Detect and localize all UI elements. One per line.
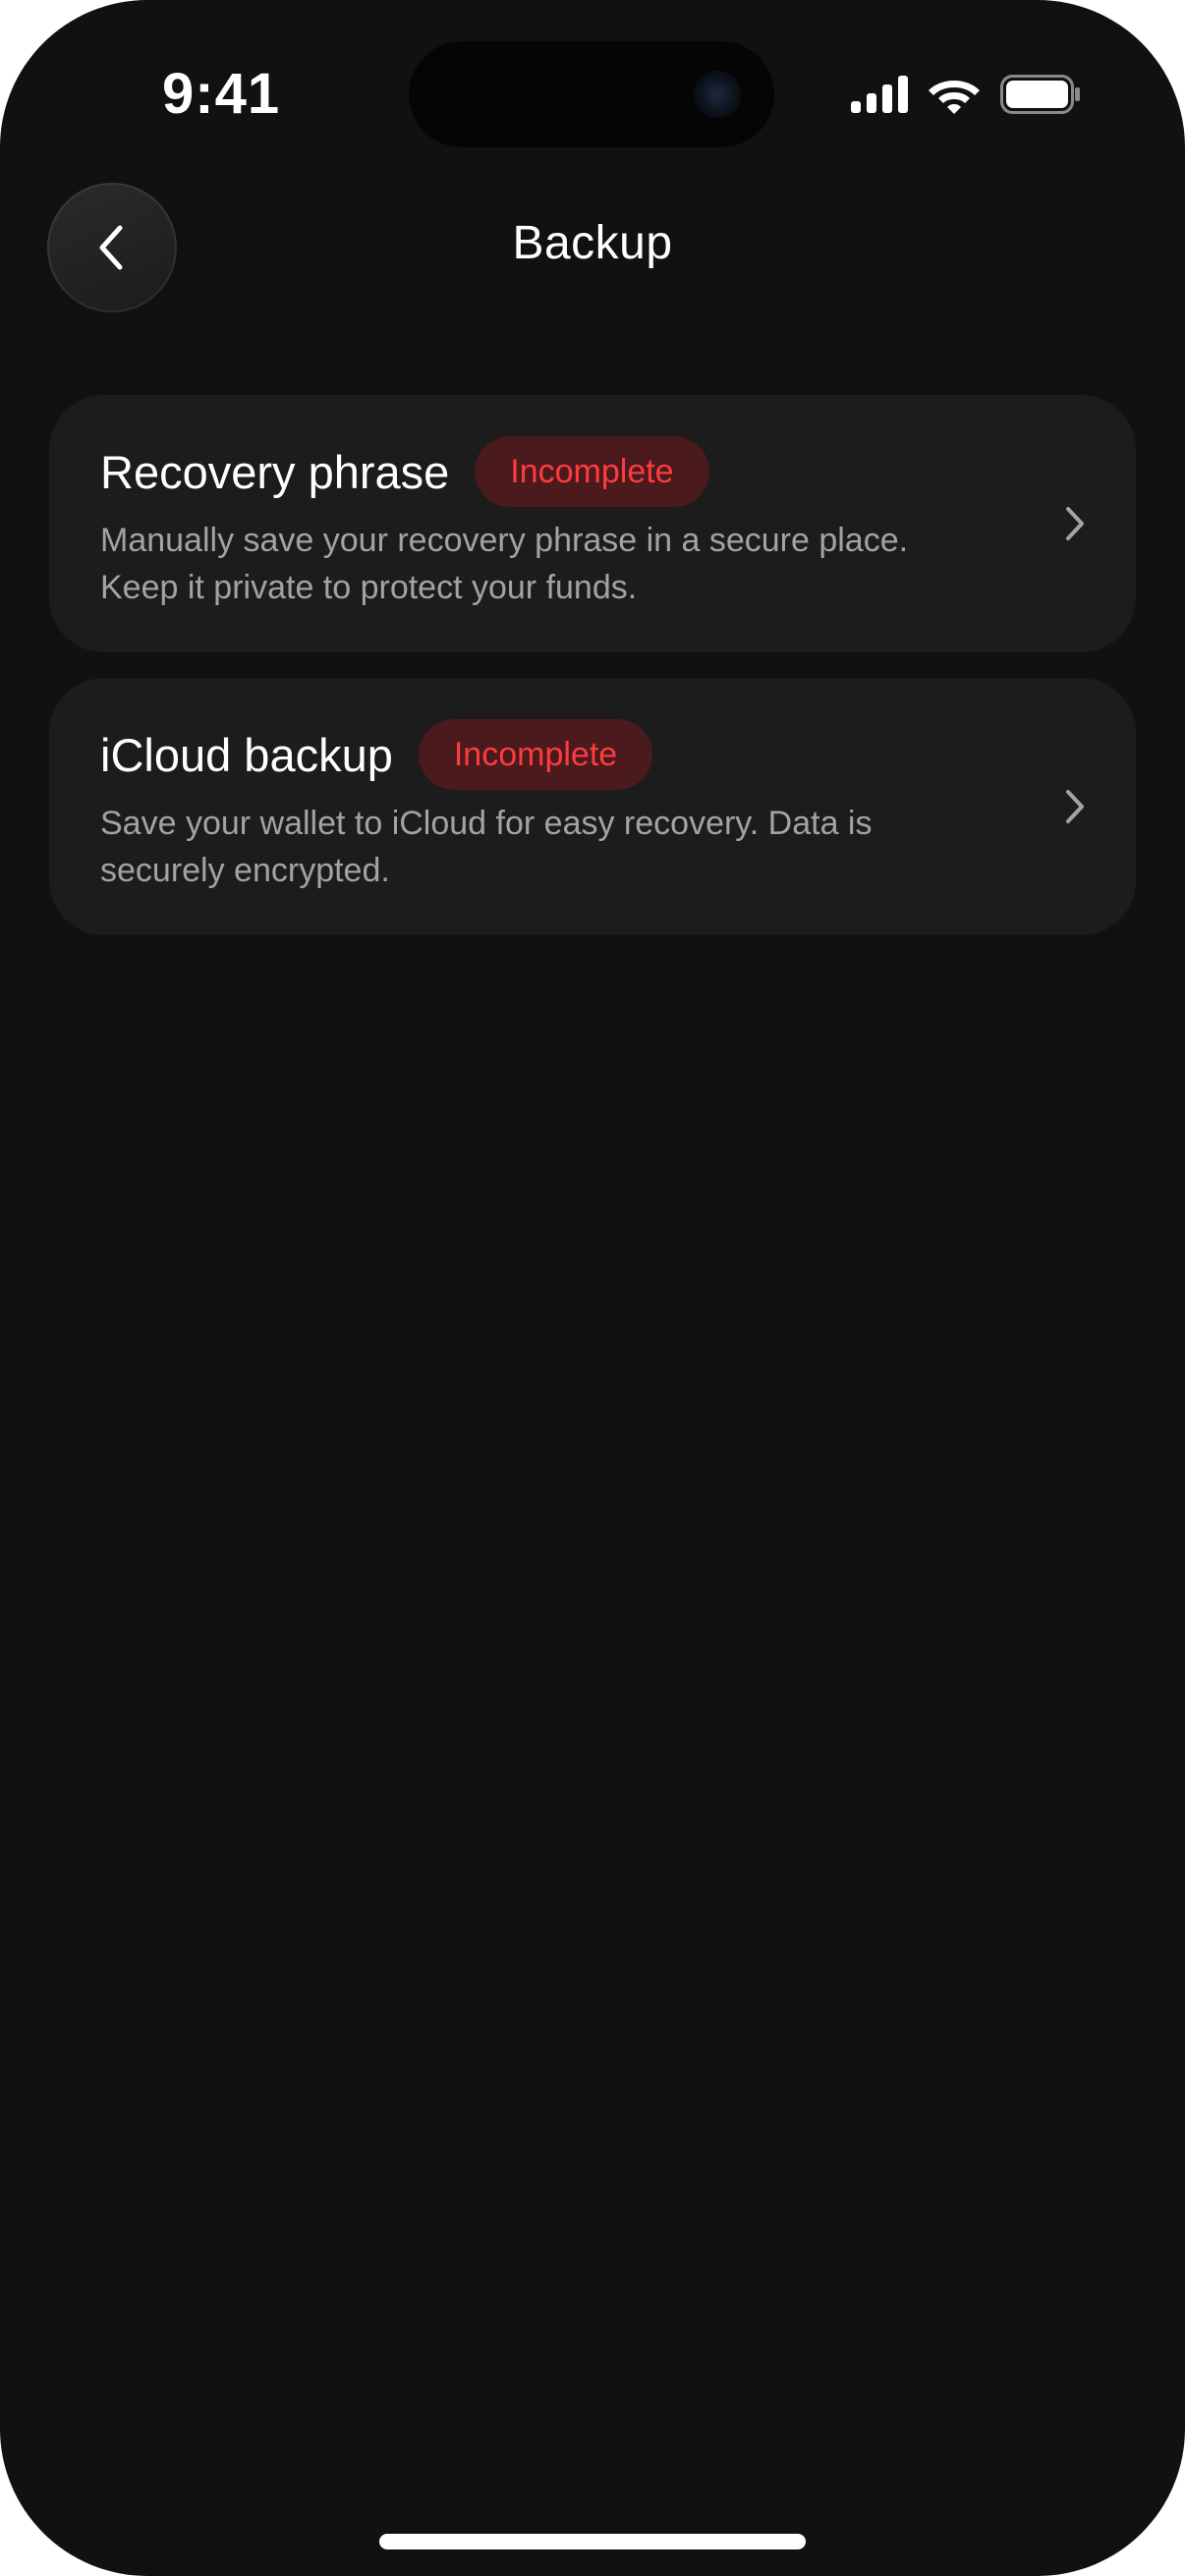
- cellular-signal-icon: [851, 76, 908, 113]
- icloud-backup-card[interactable]: iCloud backup Incomplete Save your walle…: [49, 678, 1136, 935]
- app-screen: 9:41 Backup Recovery phrase Incomplete M…: [0, 0, 1185, 2576]
- chevron-right-icon: [1066, 790, 1084, 823]
- camera-icon: [694, 71, 741, 118]
- wifi-icon: [929, 81, 980, 114]
- card-title: iCloud backup: [100, 728, 393, 781]
- status-badge: Incomplete: [418, 719, 653, 790]
- status-badge: Incomplete: [475, 436, 709, 507]
- card-header: iCloud backup Incomplete: [100, 719, 653, 790]
- card-description: Save your wallet to iCloud for easy reco…: [100, 805, 873, 889]
- chevron-right-icon: [1066, 507, 1084, 540]
- page-title: Backup: [512, 217, 673, 269]
- card-description: Manually save your recovery phrase in a …: [100, 522, 909, 606]
- card-header: Recovery phrase Incomplete: [100, 436, 709, 507]
- status-icons: [851, 73, 1081, 116]
- dynamic-island: [409, 41, 774, 147]
- home-indicator[interactable]: [379, 2534, 806, 2549]
- card-title: Recovery phrase: [100, 445, 450, 498]
- recovery-phrase-card[interactable]: Recovery phrase Incomplete Manually save…: [49, 395, 1136, 652]
- battery-icon: [1000, 75, 1080, 114]
- status-time: 9:41: [162, 62, 281, 126]
